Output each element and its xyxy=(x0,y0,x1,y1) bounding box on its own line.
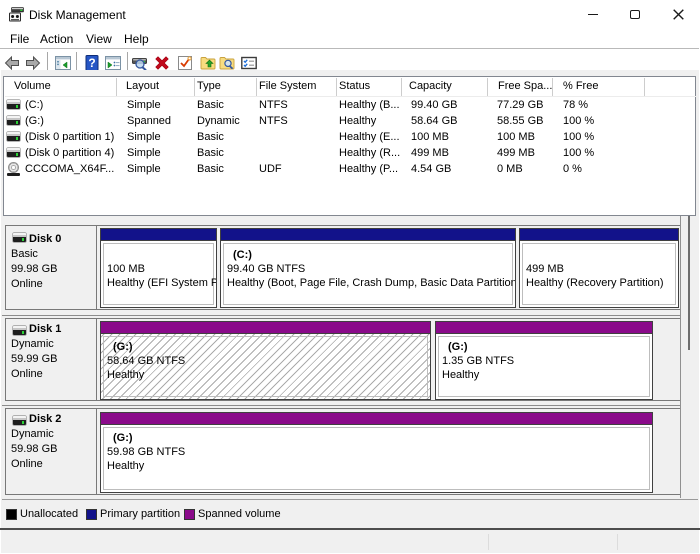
svg-text:?: ? xyxy=(88,56,95,70)
